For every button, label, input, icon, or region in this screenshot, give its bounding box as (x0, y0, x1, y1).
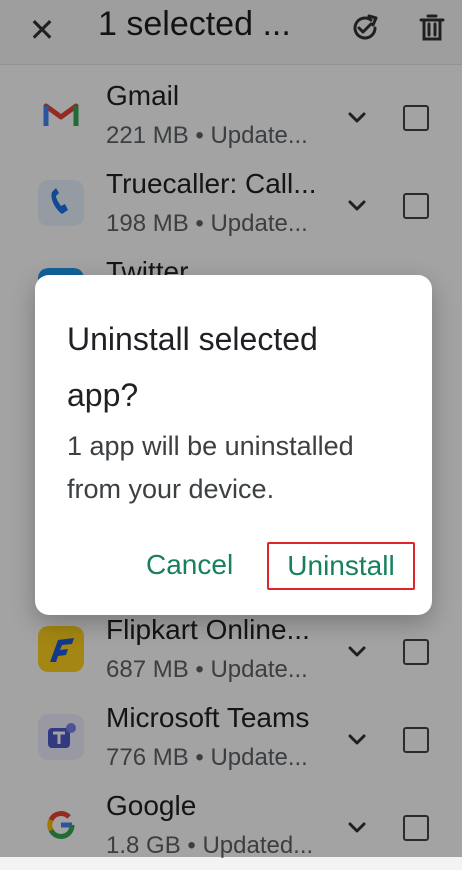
dialog-message: 1 app will be uninstalled from your devi… (67, 431, 354, 504)
cancel-button[interactable]: Cancel (146, 549, 233, 581)
uninstall-button[interactable]: Uninstall (267, 542, 415, 590)
uninstall-dialog: Uninstall selected app? 1 app will be un… (35, 275, 432, 615)
dialog-title: Uninstall selected app? (67, 321, 318, 413)
